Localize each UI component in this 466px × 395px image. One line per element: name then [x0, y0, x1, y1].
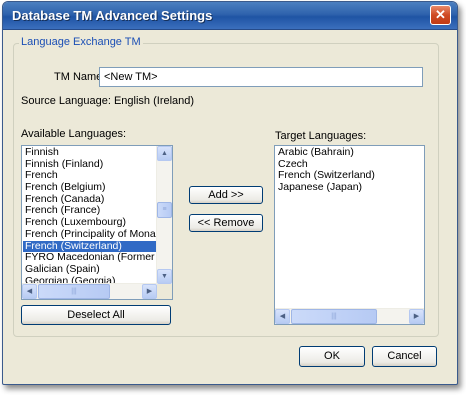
window-title: Database TM Advanced Settings	[12, 8, 213, 23]
ok-button[interactable]: OK	[299, 346, 365, 367]
available-horizontal-scrollbar[interactable]: ◀ ||| ▶	[22, 283, 157, 299]
source-language-text: Source Language: English (Ireland)	[21, 95, 195, 107]
scroll-right-icon[interactable]: ▶	[142, 284, 157, 299]
available-language-item[interactable]: FYRO Macedonian (Former Yugoslav	[23, 252, 157, 264]
available-language-item[interactable]: Finnish	[23, 147, 157, 159]
available-language-item[interactable]: French (France)	[23, 205, 157, 217]
available-language-item[interactable]: French	[23, 170, 157, 182]
horizontal-scroll-thumb[interactable]: |||	[38, 284, 110, 299]
target-language-item[interactable]: Czech	[276, 159, 423, 171]
cancel-button[interactable]: Cancel	[372, 346, 437, 367]
scroll-down-icon[interactable]: ▼	[157, 269, 172, 284]
available-languages-label: Available Languages:	[21, 128, 126, 140]
available-language-item[interactable]: Finnish (Finland)	[23, 159, 157, 171]
tm-name-label: TM Name:	[54, 71, 106, 83]
available-language-item[interactable]: French (Luxembourg)	[23, 217, 157, 229]
scroll-right-icon[interactable]: ▶	[409, 309, 424, 324]
vertical-scroll-thumb[interactable]: ≡	[157, 202, 172, 218]
target-language-item[interactable]: Japanese (Japan)	[276, 182, 423, 194]
scroll-up-icon[interactable]: ▲	[157, 146, 172, 161]
group-legend: Language Exchange TM	[19, 36, 143, 48]
horizontal-scroll-thumb[interactable]: |||	[291, 309, 377, 324]
available-language-item[interactable]: French (Belgium)	[23, 182, 157, 194]
tm-name-input[interactable]	[99, 67, 423, 87]
available-vertical-scrollbar[interactable]: ▲ ≡ ▼	[156, 146, 172, 284]
target-languages-list[interactable]: Arabic (Bahrain) Czech French (Switzerland…	[274, 145, 425, 325]
target-language-item[interactable]: Arabic (Bahrain)	[276, 147, 423, 159]
add-button[interactable]: Add >>	[189, 186, 263, 204]
remove-button[interactable]: << Remove	[189, 214, 263, 232]
target-languages-label: Target Languages:	[275, 130, 367, 142]
deselect-all-button[interactable]: Deselect All	[21, 305, 171, 325]
target-language-item[interactable]: French (Switzerland)	[276, 170, 423, 182]
available-language-item[interactable]: French (Canada)	[23, 194, 157, 206]
close-icon[interactable]: ✕	[430, 5, 451, 25]
available-language-item[interactable]: French (Principality of Monaco)	[23, 229, 157, 241]
scroll-corner	[157, 284, 172, 299]
scroll-left-icon[interactable]: ◀	[22, 284, 37, 299]
available-languages-list[interactable]: Finnish Finnish (Finland) French French (Be…	[21, 145, 173, 300]
available-language-item[interactable]: Galician (Spain)	[23, 264, 157, 276]
target-horizontal-scrollbar[interactable]: ◀ ||| ▶	[275, 308, 424, 324]
title-bar[interactable]: Database TM Advanced Settings ✕	[3, 2, 457, 30]
scroll-left-icon[interactable]: ◀	[275, 309, 290, 324]
available-language-item[interactable]: French (Switzerland)	[23, 240, 157, 253]
